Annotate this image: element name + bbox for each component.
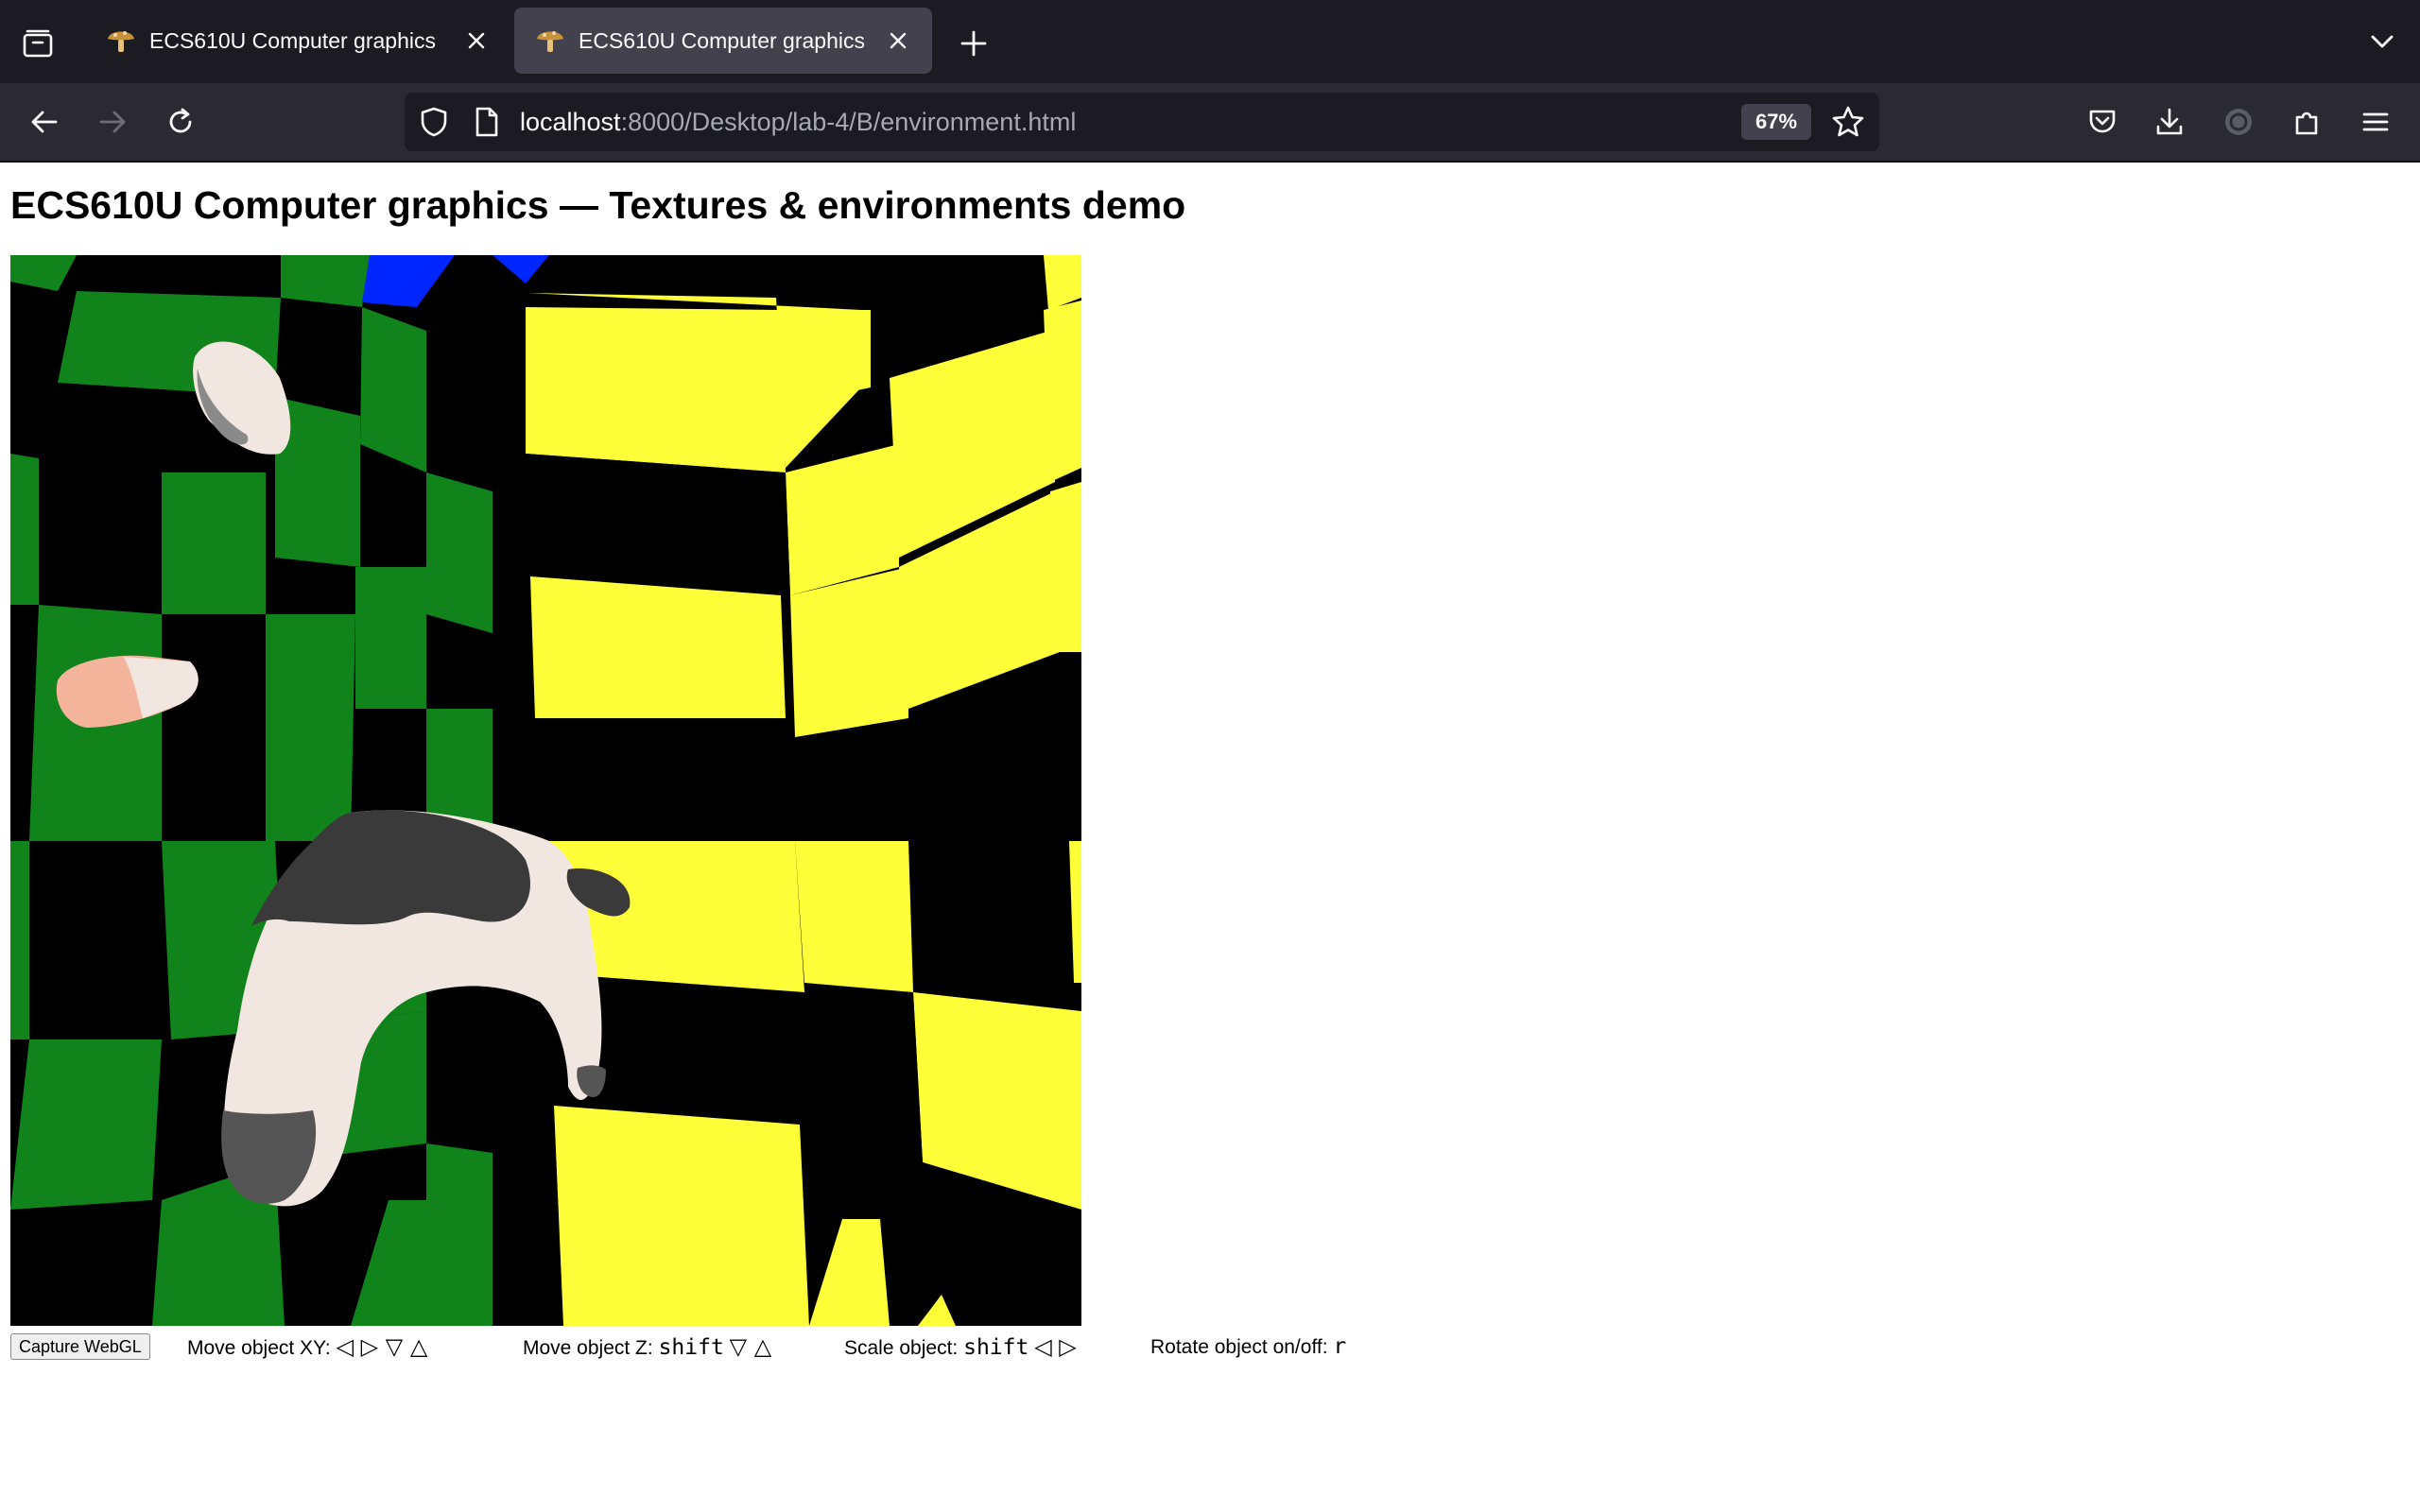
back-arrow-icon[interactable] — [23, 100, 66, 144]
close-tab-icon[interactable] — [459, 24, 493, 58]
rotate-key: r — [1333, 1334, 1347, 1359]
forward-arrow-icon[interactable] — [91, 100, 134, 144]
move-z-keys: ▽ △ — [729, 1333, 772, 1360]
bookmark-star-icon[interactable] — [1830, 104, 1866, 140]
navigation-toolbar: localhost:8000/Desktop/lab-4/B/environme… — [0, 83, 2420, 163]
mushroom-favicon-icon — [108, 31, 134, 52]
url-host: localhost — [520, 108, 621, 136]
rotate-control: Rotate object on/off: r — [1150, 1333, 1346, 1361]
zoom-level-button[interactable]: 67% — [1741, 104, 1811, 140]
webgl-canvas[interactable] — [10, 255, 1081, 1326]
close-tab-icon[interactable] — [881, 24, 915, 58]
controls-bar: Capture WebGL Move object XY: ◁ ▷ ▽ △ Mo… — [10, 1330, 1428, 1364]
scale-keys: ◁ ▷ — [1034, 1333, 1077, 1360]
page-icon[interactable] — [471, 106, 503, 138]
move-z-control: Move object Z: shift ▽ △ — [523, 1333, 771, 1362]
page-title: ECS610U Computer graphics — Textures & e… — [10, 183, 1186, 227]
url-text[interactable]: localhost:8000/Desktop/lab-4/B/environme… — [520, 106, 1076, 138]
move-z-modifier: shift — [658, 1335, 724, 1360]
move-xy-label: Move object XY: — [187, 1337, 331, 1359]
account-icon[interactable] — [2217, 100, 2260, 144]
move-xy-control: Move object XY: ◁ ▷ ▽ △ — [187, 1333, 427, 1362]
capture-webgl-button[interactable]: Capture WebGL — [10, 1333, 150, 1360]
scale-label: Scale object: — [844, 1337, 959, 1359]
url-path: :8000/Desktop/lab-4/B/environment.html — [620, 108, 1077, 136]
firefox-view-icon[interactable] — [19, 25, 57, 62]
reload-icon[interactable] — [159, 100, 202, 144]
tab-bar: ECS610U Computer graphics ECS610U Comput… — [0, 0, 2420, 83]
rotate-label: Rotate object on/off: — [1150, 1336, 1328, 1358]
extensions-puzzle-icon[interactable] — [2286, 100, 2329, 144]
move-xy-keys: ◁ ▷ ▽ △ — [336, 1333, 428, 1360]
shield-icon[interactable] — [418, 106, 450, 138]
tab-inactive[interactable]: ECS610U Computer graphics — [85, 8, 510, 74]
move-z-label: Move object Z: — [523, 1337, 653, 1359]
menu-hamburger-icon[interactable] — [2354, 100, 2397, 144]
tab-title: ECS610U Computer graphics — [579, 27, 865, 53]
tab-active[interactable]: ECS610U Computer graphics — [514, 8, 932, 74]
mushroom-favicon-icon — [537, 31, 563, 52]
scale-modifier: shift — [963, 1335, 1029, 1360]
tab-title: ECS610U Computer graphics — [149, 27, 436, 53]
address-bar[interactable]: localhost:8000/Desktop/lab-4/B/environme… — [405, 93, 1879, 151]
new-tab-icon[interactable] — [953, 23, 994, 64]
scale-control: Scale object: shift ◁ ▷ — [844, 1333, 1077, 1362]
downloads-icon[interactable] — [2148, 100, 2191, 144]
chevron-down-icon[interactable] — [2361, 21, 2403, 62]
pocket-icon[interactable] — [2081, 100, 2124, 144]
